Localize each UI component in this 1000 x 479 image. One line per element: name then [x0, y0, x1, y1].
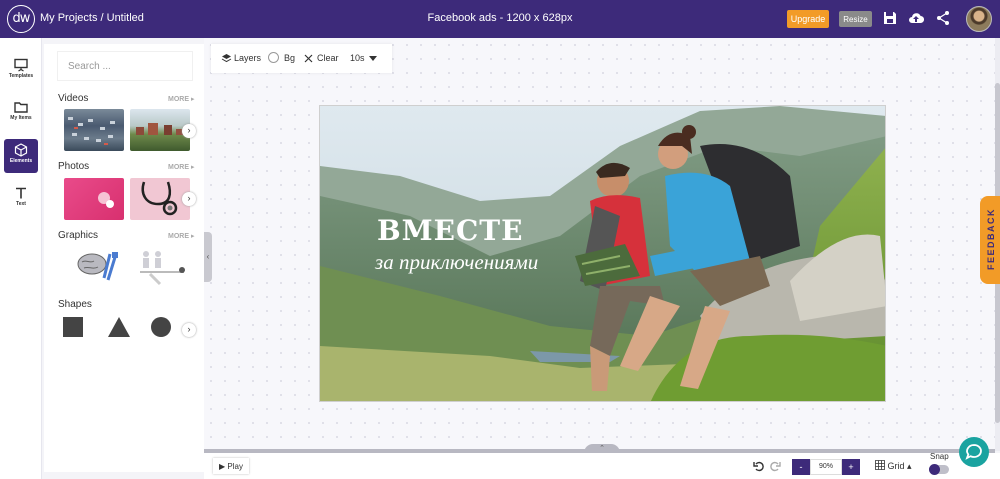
- more-link-videos[interactable]: MORE ▸: [168, 95, 194, 103]
- triangle-shape[interactable]: [107, 316, 131, 338]
- rail-label: My Items: [10, 115, 32, 121]
- feedback-tab[interactable]: FEEDBACK: [980, 196, 1000, 284]
- breadcrumb[interactable]: My Projects / Untitled: [40, 12, 144, 24]
- layers-icon: [221, 54, 232, 63]
- grid-icon: [875, 460, 885, 470]
- text-icon: [16, 187, 26, 199]
- share-icon[interactable]: [935, 10, 951, 26]
- zoom-out-button[interactable]: -: [792, 459, 810, 475]
- stethoscope-graphic: [141, 181, 178, 216]
- canvas-toolbar: Layers Bg Clear 10s: [211, 44, 392, 73]
- undo-icon[interactable]: [753, 460, 765, 472]
- top-bar: dw My Projects / Untitled Facebook ads -…: [0, 0, 1000, 38]
- rail-label: Elements: [9, 158, 33, 164]
- snap-label: Snap: [930, 452, 949, 461]
- rail-item-my-items[interactable]: My Items: [4, 96, 38, 130]
- canvas-headline[interactable]: ВМЕСТЕ: [377, 214, 523, 247]
- folder-icon: [14, 102, 28, 113]
- video-thumbnail-traffic[interactable]: [64, 109, 124, 151]
- rail-item-templates[interactable]: Templates: [4, 54, 38, 88]
- assets-panel: Videos MORE ▸ › Photos MORE ▸ › Graphics…: [44, 44, 204, 472]
- search-input[interactable]: [58, 52, 192, 80]
- section-title-videos: Videos: [58, 93, 89, 104]
- left-rail: Templates My Items Elements Text: [0, 38, 42, 479]
- pink-photo-graphic: [98, 192, 114, 208]
- rail-item-elements[interactable]: Elements: [4, 139, 38, 173]
- zoom-in-button[interactable]: +: [842, 459, 860, 475]
- upgrade-button[interactable]: Upgrade: [787, 10, 829, 28]
- snap-toggle[interactable]: [929, 464, 949, 475]
- resize-button[interactable]: Resize: [839, 11, 872, 27]
- grid-toggle[interactable]: Grid ▴: [875, 460, 912, 472]
- town-video-graphic: [136, 123, 186, 135]
- feedback-label: FEEDBACK: [986, 208, 996, 271]
- chat-bubble-icon: [965, 444, 982, 460]
- app-logo[interactable]: dw: [7, 5, 35, 33]
- video-thumbnail-town[interactable]: [130, 109, 190, 151]
- clear-button[interactable]: Clear: [317, 53, 339, 63]
- duration-select[interactable]: 10s: [350, 53, 365, 63]
- bg-button[interactable]: Bg: [284, 53, 295, 63]
- layers-button[interactable]: Layers: [234, 53, 261, 63]
- brain-graphic[interactable]: [74, 248, 126, 288]
- photo-thumbnail-pink[interactable]: [64, 178, 124, 220]
- section-title-photos: Photos: [58, 161, 90, 172]
- rail-label: Text: [16, 201, 26, 207]
- chat-button[interactable]: [959, 437, 989, 467]
- document-title[interactable]: Facebook ads - 1200 x 628px: [428, 12, 573, 24]
- people-scale-graphic[interactable]: [136, 248, 188, 288]
- cube-icon: [14, 143, 28, 157]
- presentation-icon: [14, 58, 28, 72]
- more-link-graphics[interactable]: MORE ▸: [168, 232, 194, 240]
- section-title-graphics: Graphics: [58, 230, 99, 241]
- square-shape[interactable]: [63, 317, 83, 337]
- timeline-toggle-handle[interactable]: ⌃: [584, 444, 620, 453]
- design-canvas[interactable]: ВМЕСТЕ за приключениями: [319, 105, 886, 402]
- rail-item-text[interactable]: Text: [4, 182, 38, 216]
- next-arrow-photos[interactable]: ›: [182, 192, 196, 206]
- save-icon[interactable]: [882, 10, 898, 26]
- rail-label: Templates: [8, 73, 34, 79]
- redo-icon[interactable]: [769, 460, 781, 472]
- cloud-upload-icon[interactable]: [908, 10, 924, 26]
- zoom-level[interactable]: 90%: [810, 459, 842, 475]
- bg-color-swatch[interactable]: [268, 52, 279, 63]
- section-title-shapes: Shapes: [58, 299, 92, 310]
- panel-collapse-handle[interactable]: ‹: [204, 232, 212, 282]
- close-icon: [304, 54, 313, 63]
- photo-thumbnail-stethoscope[interactable]: [130, 178, 190, 220]
- next-arrow-shapes[interactable]: ›: [182, 323, 196, 337]
- next-arrow-videos[interactable]: ›: [182, 124, 196, 138]
- play-button[interactable]: ▶ Play: [213, 458, 249, 474]
- traffic-video-graphic: [68, 117, 115, 145]
- circle-shape[interactable]: [151, 317, 171, 337]
- user-avatar[interactable]: [966, 6, 992, 32]
- chevron-down-icon[interactable]: [369, 56, 377, 61]
- more-link-photos[interactable]: MORE ▸: [168, 163, 194, 171]
- canvas-subline[interactable]: за приключениями: [375, 250, 538, 275]
